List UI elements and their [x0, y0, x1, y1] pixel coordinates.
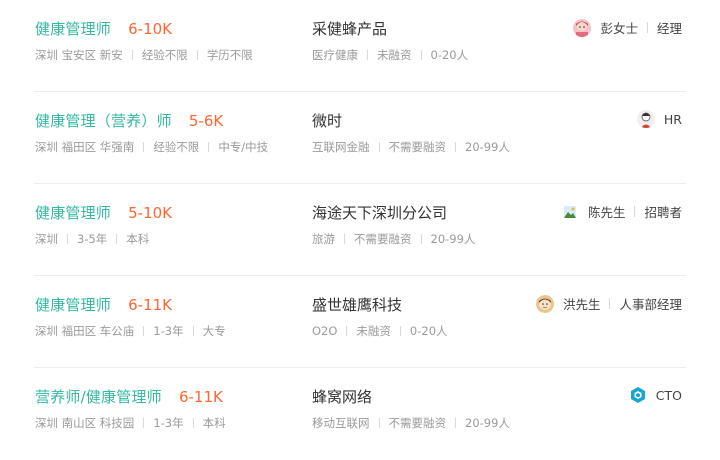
job-education: 本科: [202, 416, 226, 430]
job-experience: 3-5年: [77, 232, 108, 246]
job-meta: 深圳 福田区 华强南 经验不限 中专/中技: [35, 139, 268, 155]
job-list: 健康管理师 6-10K 深圳 宝安区 新安 经验不限 学历不限 采健蜂产品 医疗健康…: [0, 0, 720, 454]
company-name[interactable]: 蜂窝网络: [312, 386, 372, 407]
company-meta: 互联网金融 不需要融资 20-99人: [312, 139, 510, 155]
female-cartoon-avatar-icon: [573, 18, 592, 37]
company-meta: 医疗健康 未融资 0-20人: [312, 47, 468, 63]
company-name[interactable]: 海途天下深圳分公司: [312, 202, 447, 223]
job-title-row: 营养师/健康管理师 6-11K: [35, 386, 223, 407]
recruiter-info[interactable]: CTO: [629, 386, 682, 404]
job-card[interactable]: 健康管理师 6-10K 深圳 宝安区 新安 经验不限 学历不限 采健蜂产品 医疗健康…: [0, 0, 720, 92]
job-salary: 5-6K: [188, 112, 224, 130]
job-education: 大专: [202, 324, 226, 338]
company-size: 20-99人: [465, 416, 510, 430]
company-size: 0-20人: [430, 48, 469, 62]
job-card[interactable]: 健康管理师 6-11K 深圳 福田区 车公庙 1-3年 大专 盛世雄鹰科技 O2O 未…: [0, 276, 720, 368]
company-funding: 未融资: [377, 48, 412, 62]
recruiter-title: 招聘者: [644, 205, 682, 220]
company-size: 20-99人: [430, 232, 476, 246]
job-salary: 6-10K: [128, 20, 172, 38]
recruiter-name: 洪先生: [562, 297, 601, 312]
landscape-avatar-icon: [560, 202, 579, 221]
job-meta: 深圳 宝安区 新安 经验不限 学历不限: [35, 47, 253, 63]
job-meta: 深圳 3-5年 本科: [35, 231, 149, 247]
job-title[interactable]: 健康管理师: [35, 204, 111, 222]
job-card[interactable]: 营养师/健康管理师 6-11K 深圳 南山区 科技园 1-3年 本科 蜂窝网络 移动…: [0, 368, 720, 460]
company-meta: 移动互联网 不需要融资 20-99人: [312, 415, 510, 431]
job-meta: 深圳 福田区 车公庙 1-3年 大专: [35, 323, 226, 339]
recruiter-name: HR: [663, 111, 682, 127]
recruiter-title: 经理: [656, 21, 682, 36]
company-funding: 不需要融资: [388, 140, 447, 154]
job-title-row: 健康管理师 6-11K: [35, 294, 172, 315]
job-title[interactable]: 健康管理师: [35, 20, 111, 38]
job-location: 深圳: [35, 232, 58, 246]
company-name[interactable]: 盛世雄鹰科技: [312, 294, 402, 315]
recruiter-info[interactable]: 彭女士 经理: [573, 18, 682, 37]
job-meta: 深圳 南山区 科技园 1-3年 本科: [35, 415, 226, 431]
company-industry: 医疗健康: [312, 48, 358, 62]
company-industry: 旅游: [312, 232, 335, 246]
recruiter-title: 人事部经理: [619, 297, 682, 312]
company-size: 0-20人: [409, 324, 448, 338]
company-meta: 旅游 不需要融资 20-99人: [312, 231, 475, 247]
job-salary: 5-10K: [128, 204, 172, 222]
job-experience: 1-3年: [153, 416, 184, 430]
sketch-person-avatar-icon: [636, 110, 655, 128]
company-name[interactable]: 微时: [312, 110, 342, 131]
company-funding: 不需要融资: [354, 232, 412, 246]
recruiter-name: 彭女士: [600, 21, 638, 36]
job-card[interactable]: 健康管理师 5-10K 深圳 3-5年 本科 海途天下深圳分公司 旅游 不需要融资 20…: [0, 184, 720, 276]
male-cartoon-avatar-icon: [535, 294, 554, 313]
job-salary: 6-11K: [128, 296, 172, 314]
company-name[interactable]: 采健蜂产品: [312, 18, 387, 39]
company-size: 20-99人: [465, 140, 510, 154]
job-location: 深圳 南山区 科技园: [35, 416, 135, 430]
job-location: 深圳 福田区 车公庙: [35, 324, 135, 338]
job-salary: 6-11K: [178, 388, 223, 406]
company-funding: 未融资: [356, 324, 391, 338]
job-title-row: 健康管理师 5-10K: [35, 202, 172, 223]
job-title[interactable]: 健康管理（营养）师: [35, 112, 172, 130]
hexagon-logo-avatar-icon: [629, 386, 647, 404]
job-location: 深圳 福田区 华强南: [35, 140, 135, 154]
company-funding: 不需要融资: [388, 416, 447, 430]
job-experience: 经验不限: [153, 140, 200, 154]
recruiter-info[interactable]: 陈先生 招聘者: [560, 202, 682, 221]
recruiter-name: 陈先生: [587, 205, 626, 220]
job-location: 深圳 宝安区 新安: [35, 48, 123, 62]
job-education: 中专/中技: [218, 140, 269, 154]
job-education: 学历不限: [206, 48, 253, 62]
job-title[interactable]: 健康管理师: [35, 296, 111, 314]
recruiter-info[interactable]: 洪先生 人事部经理: [535, 294, 682, 313]
job-experience: 经验不限: [141, 48, 188, 62]
recruiter-info[interactable]: HR: [636, 110, 682, 128]
company-industry: 互联网金融: [312, 140, 370, 154]
recruiter-name: CTO: [655, 387, 682, 403]
job-card[interactable]: 健康管理（营养）师 5-6K 深圳 福田区 华强南 经验不限 中专/中技 微时 互联…: [0, 92, 720, 184]
job-title[interactable]: 营养师/健康管理师: [35, 388, 162, 406]
company-meta: O2O 未融资 0-20人: [312, 323, 448, 339]
job-education: 本科: [126, 232, 150, 246]
job-title-row: 健康管理（营养）师 5-6K: [35, 110, 223, 131]
job-experience: 1-3年: [153, 324, 184, 338]
company-industry: O2O: [312, 324, 338, 338]
job-title-row: 健康管理师 6-10K: [35, 18, 172, 39]
company-industry: 移动互联网: [312, 416, 370, 430]
